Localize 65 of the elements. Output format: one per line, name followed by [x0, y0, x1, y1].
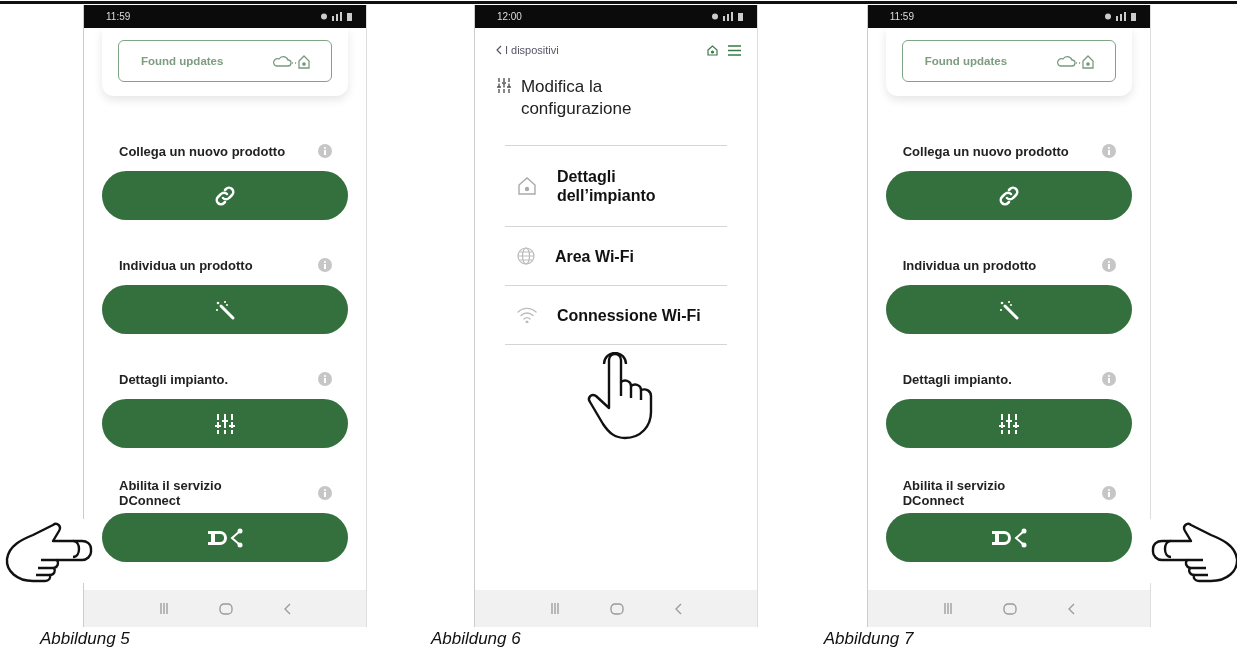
- action-label: Abilita il servizio DConnect: [902, 478, 1006, 508]
- settings-item[interactable]: Dettagli dell’impianto: [504, 146, 727, 227]
- action-button[interactable]: [102, 285, 348, 334]
- globe-icon: [516, 247, 535, 265]
- settings-item[interactable]: Area Wi-Fi: [504, 227, 727, 286]
- cloud-to-house-icon: [1056, 53, 1095, 69]
- action-button[interactable]: [102, 513, 348, 562]
- action-button[interactable]: [102, 171, 348, 220]
- recent-apps-icon[interactable]: [159, 603, 169, 614]
- info-icon[interactable]: [1101, 372, 1116, 386]
- status-time: 11:59: [106, 11, 131, 22]
- house-icon: [516, 176, 537, 196]
- back-link[interactable]: I dispositivi: [494, 44, 559, 56]
- logo-icon: [206, 526, 244, 549]
- figure-caption: Abbildung 5: [40, 629, 130, 649]
- action-label: Abilita il servizio DConnect: [119, 478, 222, 508]
- info-icon[interactable]: [318, 372, 332, 386]
- info-icon[interactable]: [318, 144, 332, 158]
- signal-battery-icon: [1103, 12, 1138, 21]
- page-heading: Modifica la configurazione: [520, 76, 632, 120]
- status-time: 11:59: [889, 11, 914, 22]
- sliders-icon: [996, 411, 1021, 436]
- action-button[interactable]: [885, 171, 1132, 220]
- action-label: Dettagli impianto.: [119, 371, 229, 387]
- back-icon[interactable]: [673, 602, 682, 615]
- figure-caption: Abbildung 7: [823, 629, 914, 649]
- status-time: 12:00: [496, 11, 522, 22]
- settings-item-label: Dettagli dell’impianto: [556, 167, 656, 205]
- figure-caption: Abbildung 6: [430, 629, 521, 649]
- action-label: Collega un nuovo prodotto: [902, 143, 1069, 159]
- recent-apps-icon[interactable]: [549, 603, 560, 614]
- info-icon[interactable]: [1101, 144, 1116, 158]
- home-button-icon[interactable]: [1002, 602, 1017, 615]
- found-updates-label: Found updates: [924, 55, 1008, 67]
- wifi-icon: [516, 307, 537, 323]
- cloud-to-house-icon: [273, 53, 311, 69]
- settings-item[interactable]: Connessione Wi-Fi: [504, 286, 727, 345]
- home-button-icon[interactable]: [609, 602, 624, 615]
- menu-icon[interactable]: [727, 44, 741, 56]
- action-label: Individua un prodotto: [119, 257, 253, 273]
- action-button[interactable]: [885, 285, 1132, 334]
- back-icon[interactable]: [1066, 602, 1075, 615]
- back-icon[interactable]: [283, 602, 291, 615]
- found-updates-label: Found updates: [141, 55, 224, 67]
- home-button-icon[interactable]: [219, 602, 233, 615]
- signal-battery-icon: [710, 12, 745, 21]
- house-icon[interactable]: [706, 44, 718, 56]
- settings-item-label: Connessione Wi-Fi: [556, 305, 701, 325]
- sliders-icon: [213, 411, 237, 436]
- info-icon[interactable]: [318, 486, 332, 500]
- info-icon[interactable]: [318, 258, 332, 272]
- recent-apps-icon[interactable]: [942, 603, 953, 614]
- chevron-left-icon: [494, 45, 502, 55]
- sliders-icon: [496, 78, 511, 94]
- action-label: Individua un prodotto: [902, 257, 1037, 273]
- action-label: Collega un nuovo prodotto: [119, 143, 286, 159]
- action-button[interactable]: [885, 513, 1132, 562]
- action-button[interactable]: [102, 399, 348, 448]
- action-button[interactable]: [885, 399, 1132, 448]
- info-icon[interactable]: [1101, 258, 1116, 272]
- info-icon[interactable]: [1101, 486, 1116, 500]
- logo-icon: [989, 526, 1028, 549]
- settings-item-label: Area Wi-Fi: [554, 246, 634, 266]
- signal-battery-icon: [320, 12, 354, 21]
- action-label: Dettagli impianto.: [902, 371, 1012, 387]
